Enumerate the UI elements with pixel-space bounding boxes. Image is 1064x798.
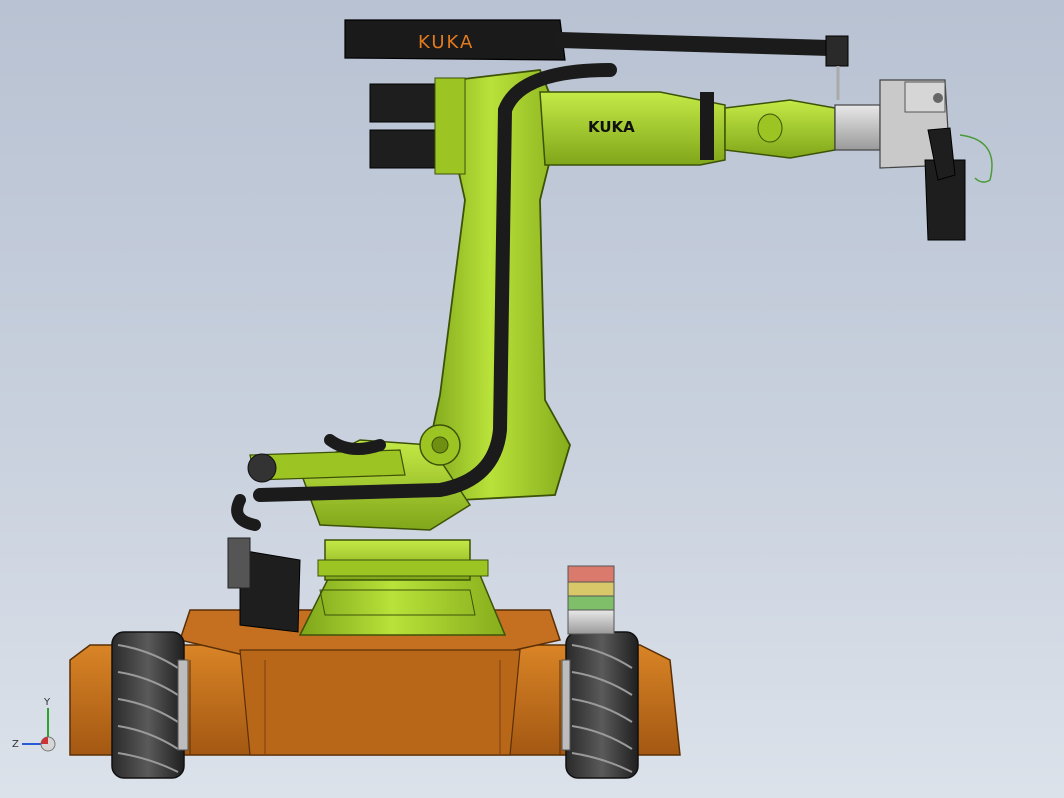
cad-viewport[interactable]: KUKA KUKA Y Z <box>0 0 1064 798</box>
robot-turntable[interactable] <box>298 539 507 636</box>
robot-upper-arm[interactable]: KUKA <box>539 91 836 166</box>
top-brand-label: KUKA <box>418 32 474 53</box>
mecanum-wheel-right[interactable] <box>561 631 639 779</box>
top-cover[interactable]: KUKA <box>344 19 566 61</box>
end-effector[interactable] <box>834 79 993 241</box>
coordinate-triad: Y Z <box>12 697 56 752</box>
robot-model-render[interactable]: KUKA KUKA Y Z <box>0 0 1064 798</box>
triad-y-label: Y <box>43 697 51 708</box>
arm-brand-label: KUKA <box>588 118 635 136</box>
mecanum-wheel-left[interactable] <box>111 631 189 779</box>
signal-tower-light[interactable] <box>567 565 615 635</box>
triad-z-label: Z <box>12 739 19 750</box>
axis-motors[interactable] <box>369 77 466 175</box>
